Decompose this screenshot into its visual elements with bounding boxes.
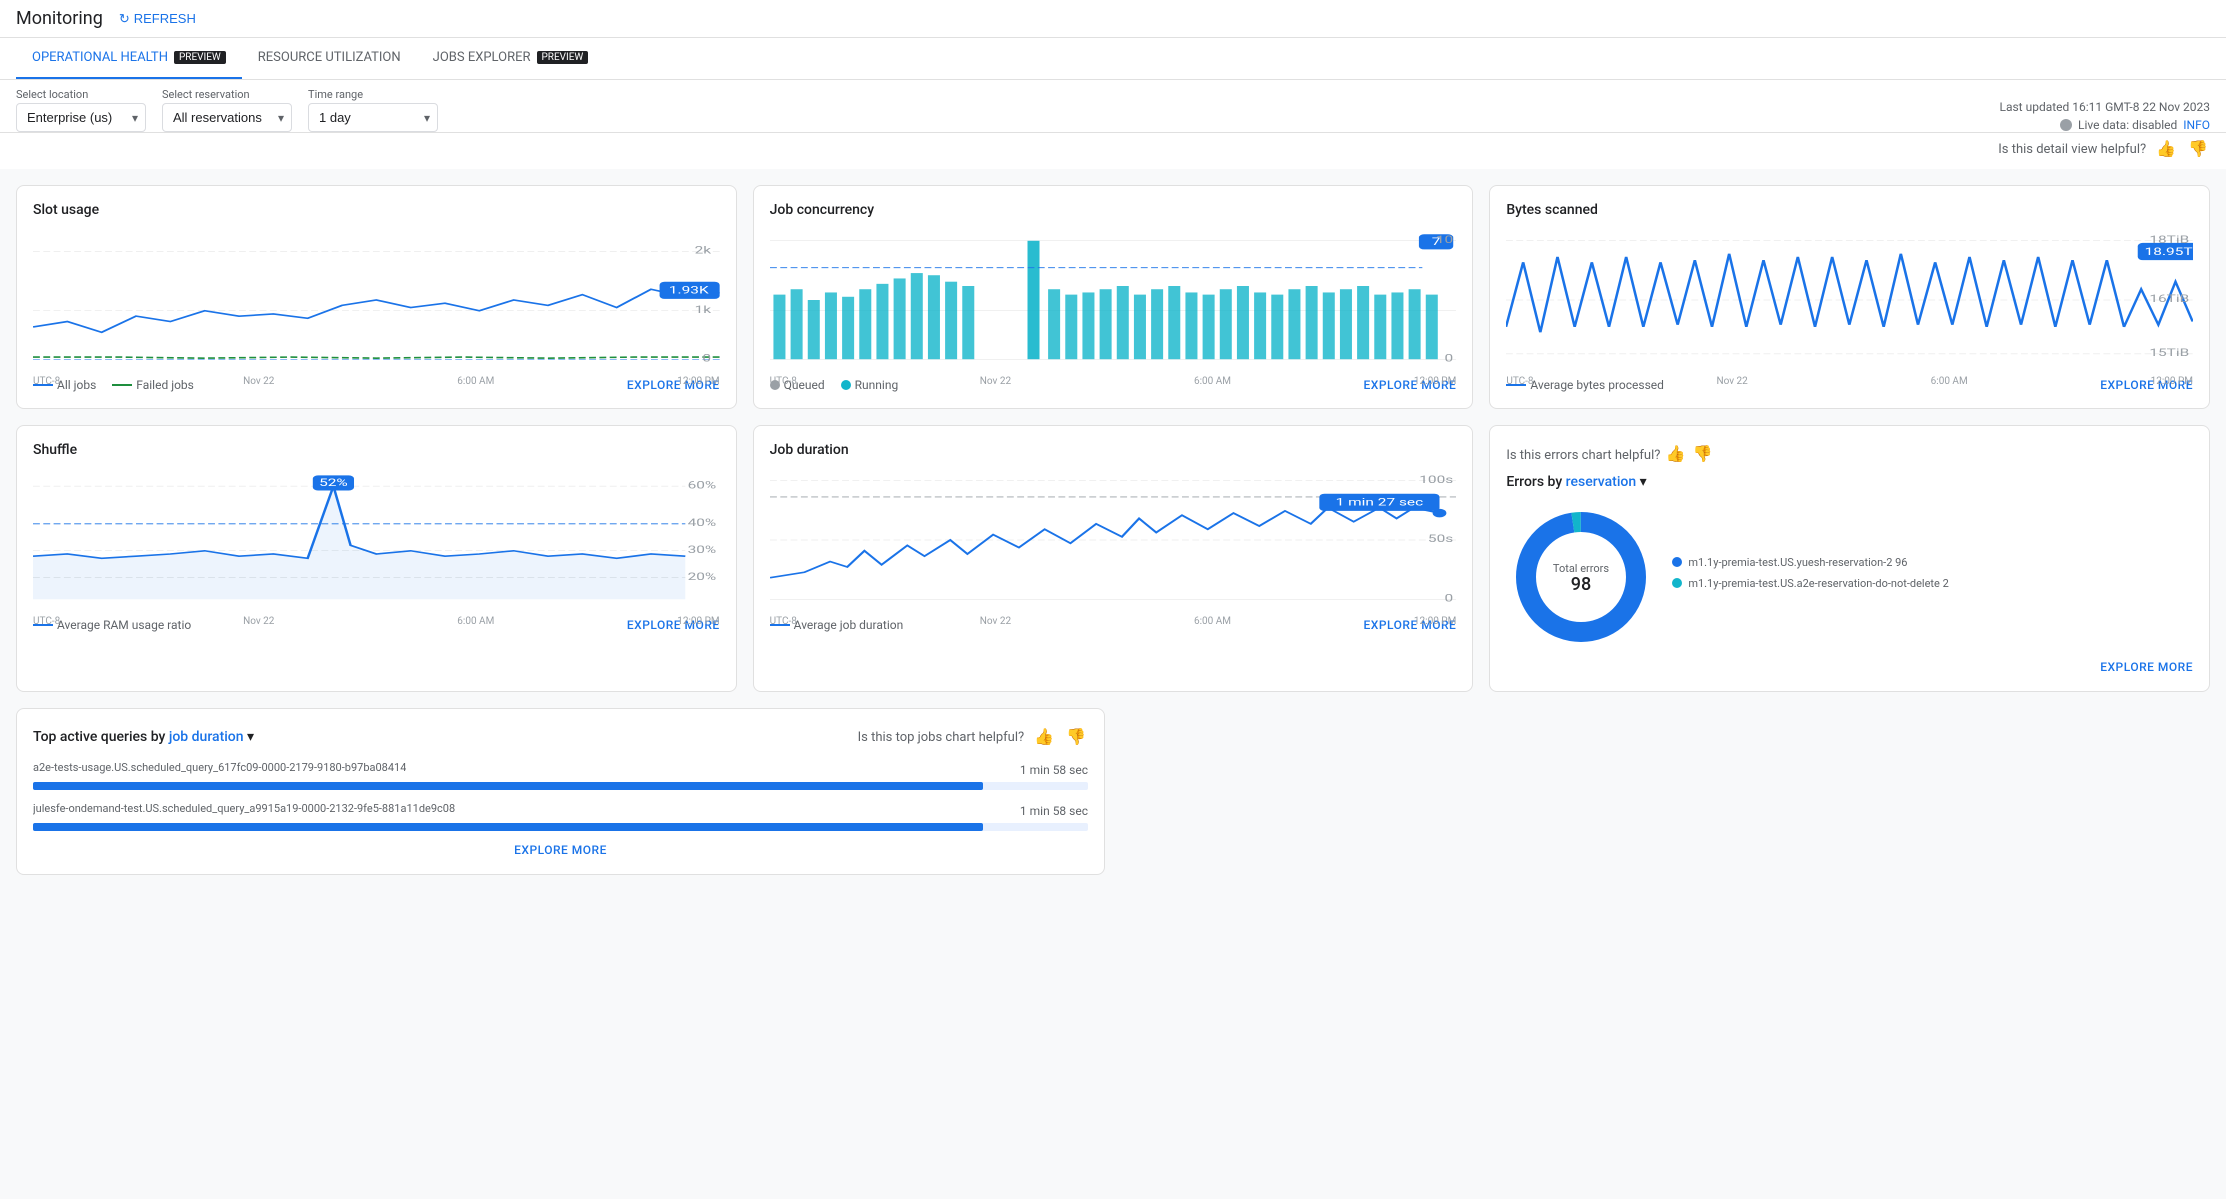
location-filter: Select location Enterprise (us) bbox=[16, 88, 146, 132]
empty-right bbox=[1121, 708, 2210, 875]
bottom-row: Top active queries by job duration ▾ Is … bbox=[16, 708, 2210, 875]
query-2-header: julesfe-ondemand-test.US.scheduled_query… bbox=[33, 802, 1088, 819]
svg-text:60%: 60% bbox=[688, 480, 717, 491]
svg-text:40%: 40% bbox=[688, 518, 717, 529]
job-concurrency-card: Job concurrency bbox=[753, 185, 1474, 409]
bytes-scanned-title: Bytes scanned bbox=[1506, 202, 2193, 218]
svg-text:0: 0 bbox=[702, 353, 711, 364]
errors-thumbs-up[interactable]: 👍 bbox=[1664, 442, 1688, 466]
bytes-scanned-card: Bytes scanned 18.95T 18TiB 16TiB 15TiB bbox=[1489, 185, 2210, 409]
errors-header: Is this errors chart helpful? 👍 👎 bbox=[1506, 442, 2193, 466]
thumbs-up-button[interactable]: 👍 bbox=[2154, 137, 2178, 161]
status-bar: Last updated 16:11 GMT-8 22 Nov 2023 Liv… bbox=[2000, 100, 2211, 132]
shuffle-card: Shuffle 52% 60% bbox=[16, 425, 737, 692]
top-queries-header: Top active queries by job duration ▾ Is … bbox=[33, 725, 1088, 749]
job-duration-chart: 1 min 27 sec 100s 50s 0 UTC-8 Nov 22 6:0… bbox=[770, 470, 1457, 610]
svg-text:0: 0 bbox=[1444, 353, 1453, 364]
query-bar-fill-2 bbox=[33, 823, 983, 831]
time-range-select[interactable]: 1 day bbox=[308, 103, 438, 132]
header: Monitoring ↻ REFRESH bbox=[0, 0, 2226, 38]
thumbs-down-button[interactable]: 👎 bbox=[2186, 137, 2210, 161]
job-duration-title: Job duration bbox=[770, 442, 1457, 458]
shuffle-title: Shuffle bbox=[33, 442, 720, 458]
svg-text:16TiB: 16TiB bbox=[2150, 294, 2190, 305]
chart-row-2: Shuffle 52% 60% bbox=[16, 425, 2210, 692]
top-queries-explore-more[interactable]: EXPLORE MORE bbox=[514, 843, 607, 857]
slot-usage-card: Slot usage 1.93K 2k 1k bbox=[16, 185, 737, 409]
tabs-bar: OPERATIONAL HEALTH PREVIEW RESOURCE UTIL… bbox=[0, 38, 2226, 80]
query-bar-bg-2 bbox=[33, 823, 1088, 831]
page-title: Monitoring bbox=[16, 8, 103, 29]
svg-text:30%: 30% bbox=[688, 545, 717, 556]
errors-thumbs-down[interactable]: 👎 bbox=[1691, 442, 1715, 466]
refresh-icon: ↻ bbox=[119, 11, 130, 27]
reservation-filter: Select reservation All reservations bbox=[162, 88, 292, 132]
svg-text:1k: 1k bbox=[695, 305, 712, 316]
errors-explore-more[interactable]: EXPLORE MORE bbox=[2100, 660, 2193, 674]
top-queries-thumbs-up[interactable]: 👍 bbox=[1032, 725, 1056, 749]
main-content: Slot usage 1.93K 2k 1k bbox=[0, 169, 2226, 891]
svg-text:2k: 2k bbox=[695, 245, 712, 256]
errors-dot-2 bbox=[1672, 578, 1682, 588]
errors-dot-1 bbox=[1672, 557, 1682, 567]
reservation-select[interactable]: All reservations bbox=[162, 103, 292, 132]
svg-text:10: 10 bbox=[1436, 235, 1453, 246]
top-queries-card: Top active queries by job duration ▾ Is … bbox=[16, 708, 1105, 875]
errors-legend-item-1: m1.1y-premia-test.US.yuesh-reservation-2… bbox=[1672, 556, 1948, 569]
errors-card: Is this errors chart helpful? 👍 👎 Errors… bbox=[1489, 425, 2210, 692]
donut-chart: Total errors 98 bbox=[1506, 502, 1656, 652]
svg-text:0: 0 bbox=[1444, 593, 1453, 604]
time-range-filter: Time range 1 day bbox=[308, 88, 438, 132]
svg-text:20%: 20% bbox=[688, 572, 717, 583]
feedback-row: Is this detail view helpful? 👍 👎 bbox=[0, 133, 2226, 169]
bytes-scanned-chart: 18.95T 18TiB 16TiB 15TiB UTC-8 Nov 22 6:… bbox=[1506, 230, 2193, 370]
query-bar-bg-1 bbox=[33, 782, 1088, 790]
top-queries-title: Top active queries by job duration ▾ bbox=[33, 729, 254, 745]
svg-text:1.93K: 1.93K bbox=[669, 285, 710, 296]
refresh-button[interactable]: ↻ REFRESH bbox=[119, 11, 196, 27]
slot-usage-title: Slot usage bbox=[33, 202, 720, 218]
job-concurrency-chart: 7 10 0 UTC-8 Nov 22 6:00 AM 12:00 PM bbox=[770, 230, 1457, 370]
tab-resource-utilization[interactable]: RESOURCE UTILIZATION bbox=[242, 38, 417, 79]
svg-text:1 min 27 sec: 1 min 27 sec bbox=[1335, 497, 1423, 508]
query-1-header: a2e-tests-usage.US.scheduled_query_617fc… bbox=[33, 761, 1088, 778]
preview-badge-jobs: PREVIEW bbox=[537, 51, 589, 64]
errors-donut-container: Total errors 98 m1.1y-premia-test.US.yue… bbox=[1506, 502, 2193, 652]
svg-text:15TiB: 15TiB bbox=[2150, 348, 2190, 359]
query-bar-fill-1 bbox=[33, 782, 983, 790]
errors-title: Errors by reservation ▾ bbox=[1506, 474, 2193, 490]
location-select[interactable]: Enterprise (us) bbox=[16, 103, 146, 132]
svg-text:52%: 52% bbox=[319, 478, 348, 489]
top-queries-feedback: Is this top jobs chart helpful? 👍 👎 bbox=[858, 725, 1088, 749]
tab-operational-health[interactable]: OPERATIONAL HEALTH PREVIEW bbox=[16, 38, 242, 79]
tab-jobs-explorer[interactable]: JOBS EXPLORER PREVIEW bbox=[417, 38, 605, 79]
svg-text:100s: 100s bbox=[1419, 475, 1453, 486]
svg-text:18TiB: 18TiB bbox=[2150, 235, 2190, 246]
svg-text:50s: 50s bbox=[1428, 534, 1454, 545]
svg-text:98: 98 bbox=[1571, 574, 1591, 595]
slot-usage-chart: 1.93K 2k 1k 0 UTC-8 Nov 22 6:00 AM 12:00… bbox=[33, 230, 720, 370]
top-queries-thumbs-down[interactable]: 👎 bbox=[1064, 725, 1088, 749]
query-row-2: julesfe-ondemand-test.US.scheduled_query… bbox=[33, 802, 1088, 831]
errors-legend-item-2: m1.1y-premia-test.US.a2e-reservation-do-… bbox=[1672, 577, 1948, 590]
query-row-1: a2e-tests-usage.US.scheduled_query_617fc… bbox=[33, 761, 1088, 790]
reservation-link[interactable]: reservation bbox=[1566, 474, 1636, 490]
job-duration-sort-link[interactable]: job duration bbox=[169, 729, 244, 745]
errors-helpful-text: Is this errors chart helpful? 👍 👎 bbox=[1506, 442, 1714, 466]
job-concurrency-title: Job concurrency bbox=[770, 202, 1457, 218]
chart-row-1: Slot usage 1.93K 2k 1k bbox=[16, 185, 2210, 409]
errors-legend: m1.1y-premia-test.US.yuesh-reservation-2… bbox=[1672, 556, 1948, 598]
info-link[interactable]: INFO bbox=[2183, 118, 2210, 132]
shuffle-chart: 52% 60% 40% 30% 20% UTC-8 Nov 22 6:00 AM… bbox=[33, 470, 720, 610]
svg-text:18.95T: 18.95T bbox=[2145, 247, 2193, 258]
live-status-dot bbox=[2060, 119, 2072, 131]
job-duration-card: Job duration 1 min 27 sec 100s bbox=[753, 425, 1474, 692]
preview-badge: PREVIEW bbox=[174, 51, 226, 64]
